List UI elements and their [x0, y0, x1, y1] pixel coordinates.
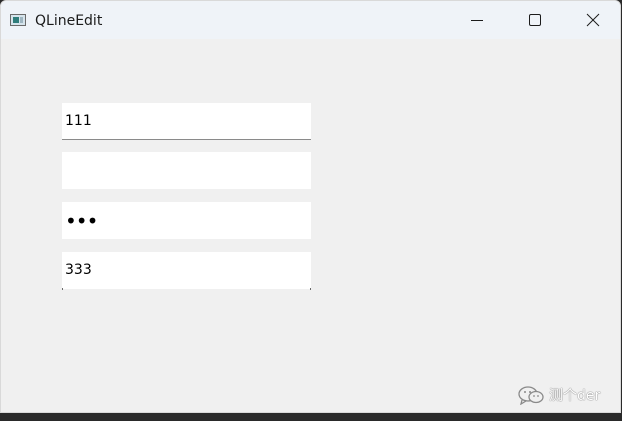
line-edit-1[interactable]	[62, 103, 311, 140]
minimize-icon	[471, 20, 483, 21]
window-title: QLineEdit	[35, 13, 103, 29]
maximize-button[interactable]	[506, 1, 564, 39]
app-window: QLineEdit 111 ••• 333 测个der	[0, 0, 621, 413]
watermark: 测个der	[517, 385, 600, 405]
title-bar[interactable]: QLineEdit	[1, 1, 620, 39]
line-edit-2[interactable]	[62, 152, 311, 189]
maximize-icon	[529, 14, 541, 26]
line-edit-4[interactable]	[62, 252, 311, 289]
close-icon	[586, 13, 600, 27]
watermark-text: 测个der	[549, 388, 601, 404]
close-button[interactable]	[564, 1, 620, 39]
line-edit-4-border	[62, 288, 311, 290]
password-line-edit[interactable]	[62, 202, 311, 239]
qt-window-icon	[10, 14, 26, 26]
wechat-icon	[518, 386, 544, 405]
minimize-button[interactable]	[448, 1, 506, 39]
